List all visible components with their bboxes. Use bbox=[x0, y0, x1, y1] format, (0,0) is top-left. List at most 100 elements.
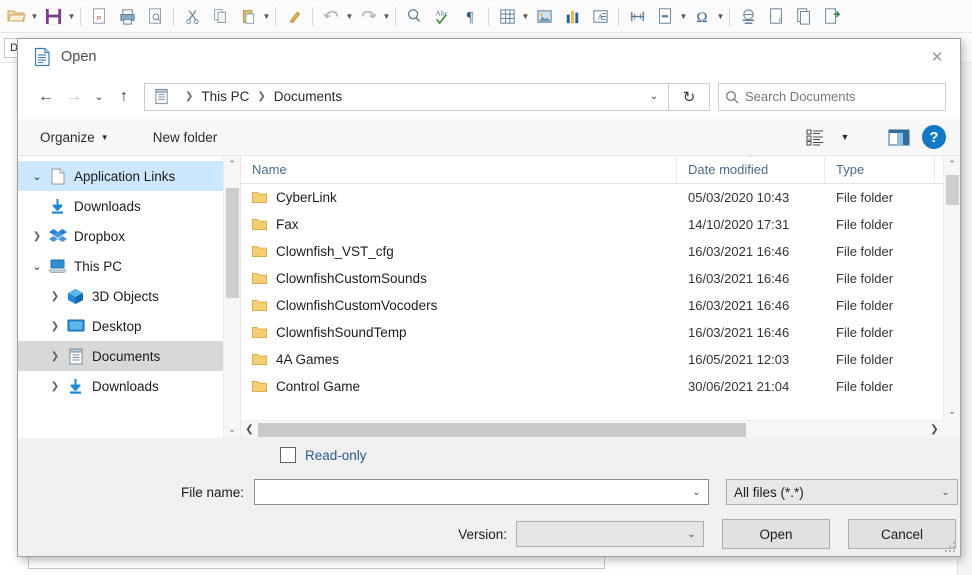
close-icon[interactable]: ✕ bbox=[914, 39, 960, 74]
sidebar-item-dropbox[interactable]: ❯ Dropbox bbox=[18, 221, 240, 251]
dropdown-caret-icon[interactable]: ▼ bbox=[67, 12, 76, 21]
recent-locations-button[interactable]: ⌄ bbox=[88, 83, 110, 111]
version-dropdown[interactable]: ⌄ bbox=[516, 521, 704, 547]
file-list-scrollbar-thumb[interactable] bbox=[946, 175, 959, 205]
scroll-up-icon[interactable]: ⌃ bbox=[224, 156, 240, 173]
table-row[interactable]: 4A Games 16/05/2021 12:03 File folder bbox=[241, 346, 960, 373]
open-button[interactable]: Open bbox=[722, 519, 830, 549]
copy-icon[interactable] bbox=[207, 3, 233, 29]
insert-field-icon[interactable] bbox=[652, 3, 678, 29]
forward-button[interactable]: → bbox=[60, 83, 88, 111]
horizontal-scrollbar-thumb[interactable] bbox=[258, 422, 746, 437]
chevron-right-icon[interactable]: ❯ bbox=[44, 381, 66, 392]
paste-icon[interactable] bbox=[235, 3, 261, 29]
save-icon[interactable] bbox=[40, 3, 66, 29]
insert-table-icon[interactable] bbox=[494, 3, 520, 29]
sidebar-item-downloads[interactable]: ❯ Downloads bbox=[18, 371, 240, 401]
export-pdf-icon[interactable]: P bbox=[86, 3, 112, 29]
search-input[interactable]: Search Documents bbox=[745, 89, 856, 104]
search-box[interactable]: Search Documents bbox=[718, 82, 946, 111]
find-replace-icon[interactable] bbox=[401, 3, 427, 29]
text-box-icon[interactable]: A bbox=[587, 3, 613, 29]
table-row[interactable]: ClownfishCustomVocoders 16/03/2021 16:46… bbox=[241, 292, 960, 319]
scroll-right-icon[interactable]: ❯ bbox=[926, 424, 943, 435]
footnote-icon[interactable]: 1 bbox=[763, 3, 789, 29]
page-break-icon[interactable] bbox=[624, 3, 650, 29]
filename-input[interactable]: ⌄ bbox=[254, 479, 709, 505]
preview-pane-icon[interactable] bbox=[884, 124, 914, 150]
chevron-down-icon[interactable]: ⌄ bbox=[26, 260, 48, 273]
special-character-icon[interactable]: Ω bbox=[689, 3, 715, 29]
file-list-horizontal-scrollbar[interactable]: ❮ ❯ bbox=[241, 420, 943, 438]
endnote-icon[interactable] bbox=[791, 3, 817, 29]
column-header-date-modified[interactable]: ⌃ Date modified bbox=[677, 156, 825, 184]
chevron-right-icon[interactable]: ❯ bbox=[44, 321, 66, 332]
chevron-down-icon[interactable]: ⌄ bbox=[685, 480, 708, 504]
dropdown-caret-icon[interactable]: ▼ bbox=[521, 12, 530, 21]
help-button[interactable]: ? bbox=[922, 125, 946, 149]
table-row[interactable]: ClownfishCustomSounds 16/03/2021 16:46 F… bbox=[241, 265, 960, 292]
dropdown-caret-icon[interactable]: ▼ bbox=[262, 12, 271, 21]
dropdown-caret-icon[interactable]: ▼ bbox=[30, 12, 39, 21]
breadcrumb[interactable]: ❯ This PC ❯ Documents ⌄ bbox=[144, 82, 669, 111]
sidebar-item-downloads-link[interactable]: Downloads bbox=[18, 191, 240, 221]
file-list-vertical-scrollbar[interactable]: ⌃ ⌄ bbox=[943, 156, 960, 420]
resize-grip[interactable] bbox=[945, 542, 957, 554]
cancel-button[interactable]: Cancel bbox=[848, 519, 956, 549]
insert-chart-icon[interactable] bbox=[559, 3, 585, 29]
print-preview-icon[interactable] bbox=[142, 3, 168, 29]
undo-icon[interactable] bbox=[318, 3, 344, 29]
view-options-caret-icon[interactable]: ▼ bbox=[830, 124, 860, 150]
open-folder-icon[interactable] bbox=[3, 3, 29, 29]
readonly-label[interactable]: Read-only bbox=[305, 448, 367, 463]
column-header-type[interactable]: Type bbox=[825, 156, 935, 184]
redo-icon[interactable] bbox=[355, 3, 381, 29]
sidebar-scrollbar-thumb[interactable] bbox=[226, 188, 239, 298]
clone-formatting-icon[interactable] bbox=[281, 3, 307, 29]
up-button[interactable]: ↑ bbox=[110, 83, 138, 111]
table-row[interactable]: Clownfish_VST_cfg 16/03/2021 16:46 File … bbox=[241, 238, 960, 265]
formatting-marks-icon[interactable]: ¶ bbox=[457, 3, 483, 29]
scroll-down-icon[interactable]: ⌄ bbox=[224, 421, 240, 438]
chevron-down-icon[interactable]: ⌄ bbox=[640, 84, 668, 110]
print-icon[interactable] bbox=[114, 3, 140, 29]
table-row[interactable]: ClownfishSoundTemp 16/03/2021 16:46 File… bbox=[241, 319, 960, 346]
sidebar-scrollbar[interactable]: ⌃ ⌄ bbox=[223, 156, 240, 438]
insert-hyperlink-icon[interactable] bbox=[735, 3, 761, 29]
scroll-down-icon[interactable]: ⌄ bbox=[944, 403, 960, 420]
new-folder-button[interactable]: New folder bbox=[145, 126, 226, 149]
sidebar-item-documents[interactable]: ❯ Documents bbox=[18, 341, 240, 371]
spelling-icon[interactable]: Abc bbox=[429, 3, 455, 29]
refresh-icon[interactable]: ↻ bbox=[669, 82, 710, 111]
view-list-icon[interactable] bbox=[800, 124, 830, 150]
chevron-down-icon[interactable]: ⌄ bbox=[680, 522, 703, 546]
chevron-right-icon[interactable]: ❯ bbox=[44, 291, 66, 302]
cut-icon[interactable] bbox=[179, 3, 205, 29]
chevron-down-icon[interactable]: ⌄ bbox=[934, 480, 957, 504]
insert-image-icon[interactable] bbox=[531, 3, 557, 29]
chevron-right-icon[interactable]: ❯ bbox=[26, 231, 48, 242]
dropdown-caret-icon[interactable]: ▼ bbox=[679, 12, 688, 21]
breadcrumb-item-documents[interactable]: Documents bbox=[274, 89, 342, 104]
back-button[interactable]: ← bbox=[32, 83, 60, 111]
dropdown-caret-icon[interactable]: ▼ bbox=[345, 12, 354, 21]
breadcrumb-item-this-pc[interactable]: This PC bbox=[201, 89, 249, 104]
scroll-up-icon[interactable]: ⌃ bbox=[944, 156, 960, 173]
bookmark-icon[interactable] bbox=[819, 3, 845, 29]
sidebar-item-application-links[interactable]: ⌄ Application Links bbox=[18, 161, 240, 191]
scroll-left-icon[interactable]: ❮ bbox=[241, 424, 258, 435]
chevron-right-icon[interactable]: ❯ bbox=[44, 351, 66, 362]
chevron-down-icon[interactable]: ⌄ bbox=[26, 170, 48, 183]
dropdown-caret-icon[interactable]: ▼ bbox=[382, 12, 391, 21]
dropdown-caret-icon[interactable]: ▼ bbox=[716, 12, 725, 21]
readonly-checkbox[interactable] bbox=[280, 447, 296, 463]
sidebar-item-3d-objects[interactable]: ❯ 3D Objects bbox=[18, 281, 240, 311]
horizontal-scroll-track[interactable] bbox=[258, 421, 926, 439]
table-row[interactable]: Control Game 30/06/2021 21:04 File folde… bbox=[241, 373, 960, 400]
file-type-filter-dropdown[interactable]: All files (*.*) ⌄ bbox=[726, 479, 958, 505]
sidebar-item-this-pc[interactable]: ⌄ This PC bbox=[18, 251, 240, 281]
column-header-name[interactable]: Name bbox=[241, 156, 677, 184]
organize-button[interactable]: Organize ▼ bbox=[32, 126, 117, 149]
sidebar-item-desktop[interactable]: ❯ Desktop bbox=[18, 311, 240, 341]
table-row[interactable]: CyberLink 05/03/2020 10:43 File folder bbox=[241, 184, 960, 211]
